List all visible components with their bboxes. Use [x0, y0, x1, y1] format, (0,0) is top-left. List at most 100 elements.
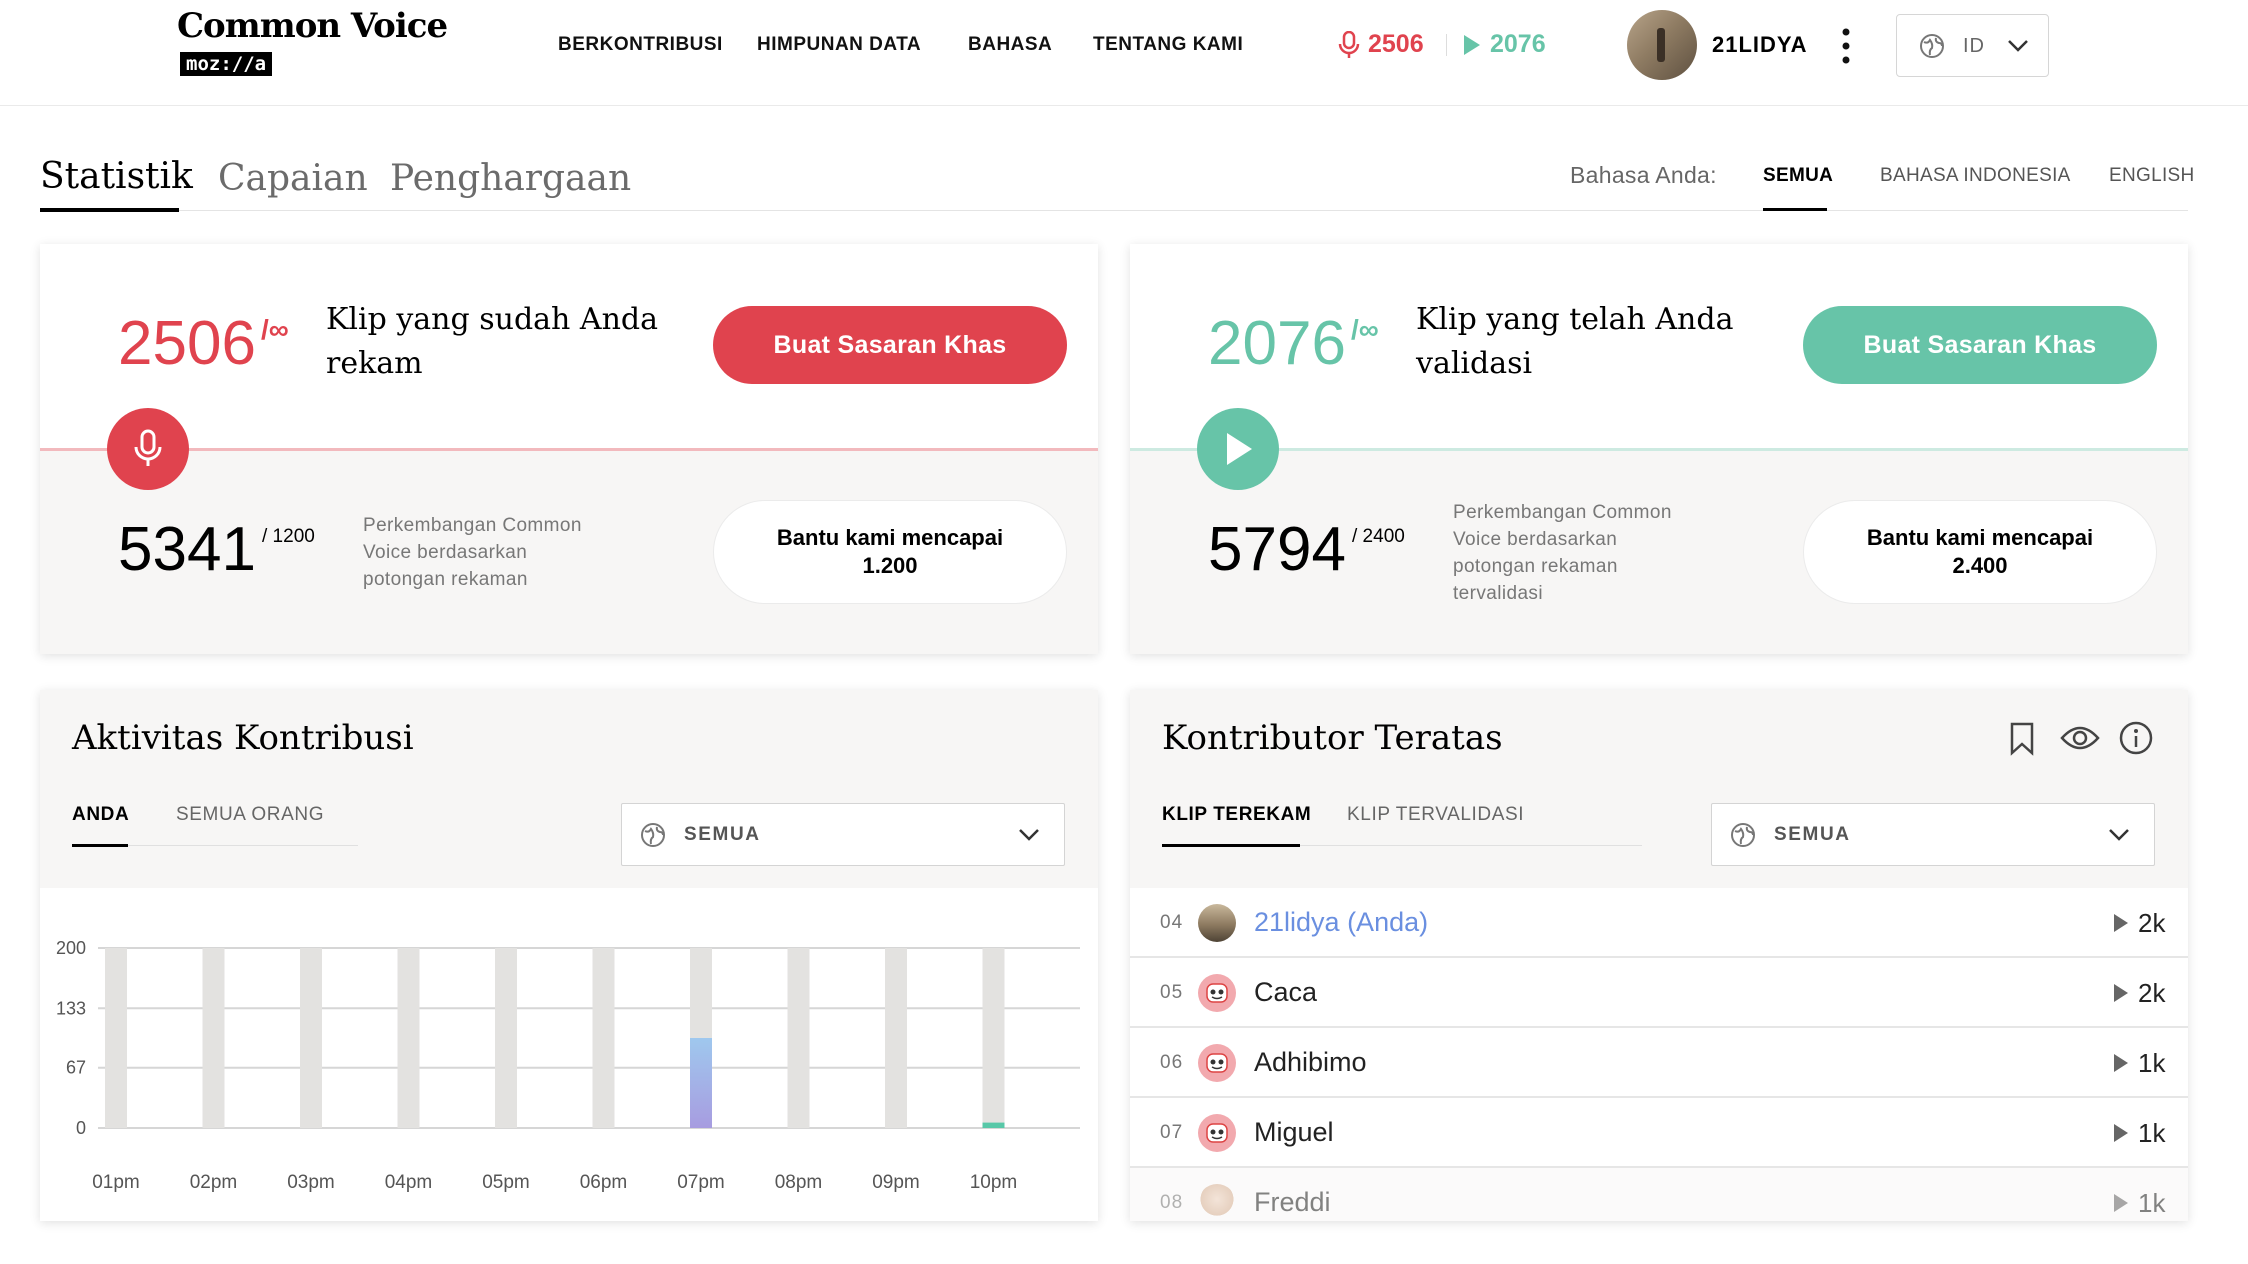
- active-subtab-indicator: [1162, 844, 1300, 847]
- robot-avatar-icon: [1198, 1114, 1236, 1152]
- desc-line: potongan rekaman: [1453, 556, 1618, 577]
- avatar[interactable]: [1627, 10, 1697, 80]
- tab-klip-terekam[interactable]: KLIP TEREKAM: [1162, 804, 1311, 826]
- bar-track: [495, 948, 517, 1128]
- subtab-rule: [1300, 845, 1642, 846]
- tab-anda[interactable]: ANDA: [72, 804, 129, 826]
- mozilla-logo[interactable]: moz://a: [180, 52, 273, 76]
- contributor-name[interactable]: Adhibimo: [1254, 1047, 1367, 1078]
- x-tick-label: 02pm: [190, 1172, 238, 1193]
- robot-avatar-icon: [1198, 1044, 1236, 1082]
- play-icon[interactable]: [2112, 1122, 2130, 1144]
- bar-track: [592, 948, 615, 1128]
- validated-clips-count: 2076: [1208, 309, 1346, 378]
- play-icon: [1464, 34, 1480, 55]
- play-icon[interactable]: [1197, 408, 1279, 490]
- language-tab-bahasa-indonesia[interactable]: BAHASA INDONESIA: [1880, 165, 2071, 187]
- y-tick-label: 200: [56, 938, 86, 958]
- language-code: ID: [1963, 35, 1985, 57]
- clip-count: 1k: [2138, 1048, 2166, 1078]
- contributor-name[interactable]: Miguel: [1254, 1117, 1334, 1148]
- goal-infinity: /∞: [261, 314, 289, 345]
- rank: 06: [1160, 1052, 1184, 1073]
- x-tick-label: 09pm: [872, 1172, 920, 1193]
- desc-line: Perkembangan Common: [363, 515, 582, 536]
- play-icon[interactable]: [2112, 912, 2130, 934]
- bookmark-icon[interactable]: [2008, 722, 2036, 756]
- tab-statistik[interactable]: Statistik: [40, 156, 193, 197]
- validated-clips-card: 2076 /∞ Klip yang telah Anda validasi Bu…: [1130, 244, 2188, 654]
- play-icon[interactable]: [2112, 1192, 2130, 1214]
- language-tab-semua[interactable]: SEMUA: [1763, 165, 1833, 187]
- language-filter-label: Bahasa Anda:: [1570, 162, 1717, 188]
- logo-title[interactable]: Common Voice: [177, 6, 448, 46]
- x-tick-label: 10pm: [970, 1172, 1018, 1193]
- contributor-name[interactable]: Caca: [1254, 977, 1317, 1008]
- tab-klip-tervalidasi[interactable]: KLIP TERVALIDASI: [1347, 804, 1524, 826]
- validated-counter[interactable]: 2076: [1462, 30, 1546, 59]
- x-tick-label: 08pm: [775, 1172, 823, 1193]
- create-goal-button[interactable]: Buat Sasaran Khas: [713, 306, 1067, 384]
- avatar: [1198, 1184, 1236, 1221]
- bar-track: [202, 948, 225, 1128]
- recorded-clips-card: 2506 /∞ Klip yang sudah Anda rekam Buat …: [40, 244, 1098, 654]
- tab-capaian[interactable]: Capaian: [218, 158, 368, 199]
- leaderboard-row-self[interactable]: 04 21lidya (Anda) 2k: [1130, 888, 2188, 958]
- play-icon[interactable]: [2112, 1052, 2130, 1074]
- active-tab-indicator: [40, 208, 179, 212]
- avatar: [1198, 904, 1236, 942]
- desc-line: Voice berdasarkan: [1453, 529, 1618, 550]
- x-tick-label: 06pm: [580, 1172, 628, 1193]
- x-tick-label: 03pm: [287, 1172, 335, 1193]
- clip-count: 2k: [2138, 908, 2166, 938]
- nav-tentang-kami[interactable]: TENTANG KAMI: [1093, 34, 1243, 56]
- more-menu-icon[interactable]: [1836, 26, 1856, 66]
- rank: 07: [1160, 1122, 1184, 1143]
- progress-count: 5341: [118, 515, 256, 584]
- contributor-name[interactable]: Freddi: [1254, 1187, 1331, 1218]
- recorded-clips-count: 2506: [118, 309, 256, 378]
- bar-track: [982, 948, 1005, 1128]
- validated-clips-label: Klip yang telah Anda validasi: [1416, 298, 1733, 386]
- help-reach-goal-button[interactable]: Bantu kami mencapai 2.400: [1803, 500, 2157, 604]
- divider: [1446, 34, 1447, 56]
- x-tick-label: 01pm: [92, 1172, 140, 1193]
- contributor-name[interactable]: 21lidya (Anda): [1254, 907, 1428, 938]
- recorded-clips-label: Klip yang sudah Anda rekam: [326, 298, 658, 386]
- active-subtab-indicator: [72, 844, 128, 847]
- leaderboard-row[interactable]: 06 Adhibimo 1k: [1130, 1028, 2188, 1098]
- chevron-down-icon: [2008, 40, 2028, 52]
- leaderboard-row[interactable]: 05 Caca 2k: [1130, 958, 2188, 1028]
- leaderboard-row[interactable]: 07 Miguel 1k: [1130, 1098, 2188, 1168]
- leaderboard-language-dropdown[interactable]: SEMUA: [1711, 803, 2155, 866]
- create-goal-button[interactable]: Buat Sasaran Khas: [1803, 306, 2157, 384]
- tab-semua-orang[interactable]: SEMUA ORANG: [176, 804, 324, 826]
- x-tick-label: 05pm: [482, 1172, 530, 1193]
- nav-bahasa[interactable]: BAHASA: [968, 34, 1052, 56]
- desc-line: Voice berdasarkan: [363, 542, 528, 563]
- chevron-down-icon: [2109, 829, 2129, 841]
- nav-himpunan-data[interactable]: HIMPUNAN DATA: [757, 34, 921, 56]
- chevron-down-icon: [1019, 829, 1039, 841]
- eye-icon[interactable]: [2060, 724, 2100, 752]
- microphone-icon[interactable]: [107, 408, 189, 490]
- recorded-counter[interactable]: 2506: [1338, 30, 1424, 59]
- rank: 04: [1160, 912, 1184, 933]
- recorded-count: 2506: [1368, 30, 1424, 58]
- info-icon[interactable]: [2118, 720, 2154, 756]
- play-icon[interactable]: [2112, 982, 2130, 1004]
- progress-description: Perkembangan Common Voice berdasarkan po…: [363, 512, 582, 593]
- bar-track: [885, 948, 907, 1128]
- tab-penghargaan[interactable]: Penghargaan: [390, 158, 631, 199]
- username[interactable]: 21LIDYA: [1712, 32, 1807, 58]
- help-goal-value: 2.400: [1952, 553, 2008, 578]
- language-tab-english[interactable]: ENGLISH: [2109, 165, 2195, 187]
- leaderboard-row[interactable]: 08 Freddi 1k: [1130, 1168, 2188, 1221]
- leaderboard-title: Kontributor Teratas: [1162, 718, 1503, 758]
- label-line: validasi: [1416, 346, 1533, 381]
- activity-language-dropdown[interactable]: SEMUA: [621, 803, 1065, 866]
- help-reach-goal-button[interactable]: Bantu kami mencapai 1.200: [713, 500, 1067, 604]
- nav-berkontribusi[interactable]: BERKONTRIBUSI: [558, 34, 723, 56]
- language-select[interactable]: ID: [1896, 14, 2049, 77]
- card-divider: [1130, 448, 2188, 451]
